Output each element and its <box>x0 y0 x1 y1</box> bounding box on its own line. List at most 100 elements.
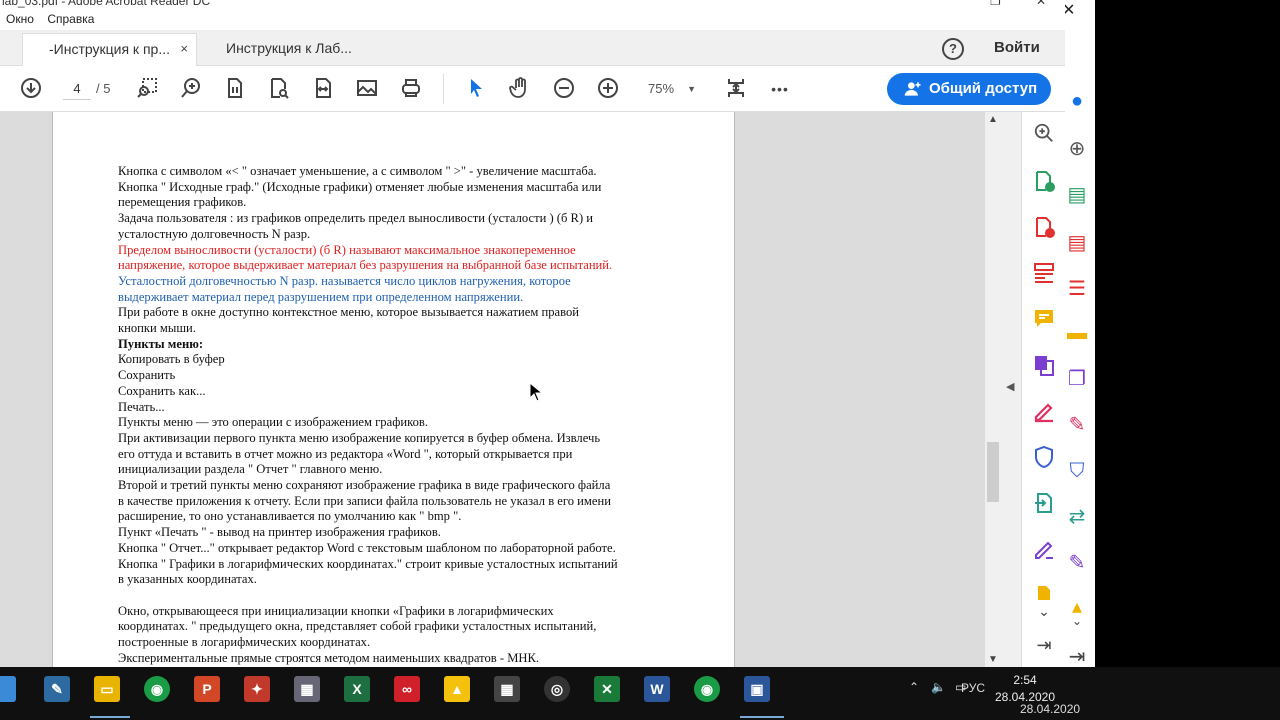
menu-bar: Окно Справка <box>0 10 1065 30</box>
scroll-down-icon[interactable]: ▼ <box>985 654 1001 665</box>
menu-help[interactable]: Справка <box>41 10 97 26</box>
document-line: кнопки мыши. <box>118 321 196 335</box>
zoom-select[interactable]: 75% ▼ <box>640 78 702 100</box>
search-page-icon[interactable] <box>266 76 292 102</box>
document-line: инициализации раздела " Отчет " главного… <box>118 462 383 477</box>
document-line: Кнопка " Графики в логарифмических коорд… <box>118 556 618 571</box>
powerpoint-icon[interactable]: P <box>194 676 220 702</box>
dynamic-zoom-icon[interactable] <box>178 76 204 102</box>
keyboard-app-icon[interactable]: ▦ <box>294 676 320 702</box>
document-line: Пункты меню — это операции с изображение… <box>118 415 428 430</box>
close-button[interactable]: ✕ <box>1036 0 1046 8</box>
window-title: lab_03.pdf - Adobe Acrobat Reader DC <box>2 0 211 8</box>
zoom-out-icon[interactable] <box>551 76 577 102</box>
pdf-page: Кнопка с символом «< " означает уменьшен… <box>52 112 735 667</box>
combine-files-icon[interactable] <box>1031 353 1057 379</box>
document-line: Экспериментальные прямые строятся методо… <box>118 650 540 665</box>
document-line: Кнопка " Отчет..." открывает редактор Wo… <box>118 540 616 555</box>
pdf-editor-icon[interactable]: ✦ <box>244 676 270 702</box>
chrome-profile-icon[interactable]: ◉ <box>694 676 720 702</box>
active-doc-icon[interactable]: ▣ <box>744 676 770 702</box>
toolbar: 4 / 5 75% ▼ ••• Общий доступ <box>0 66 1065 112</box>
tab-close-icon[interactable]: × <box>180 34 188 64</box>
tab-label: Инструкция к Лаб... <box>226 40 352 56</box>
fill-sign-icon[interactable] <box>1031 537 1057 563</box>
marquee-zoom-icon[interactable] <box>134 76 160 102</box>
create-pdf-icon[interactable] <box>1031 169 1057 195</box>
edit-pdf-icon[interactable] <box>1031 399 1057 425</box>
document-line: Усталостной долговечностью N разр. назыв… <box>118 273 571 288</box>
app-tools-icon[interactable]: ✎ <box>44 676 70 702</box>
acrobat-window: lab_03.pdf - Adobe Acrobat Reader DC ❐ ✕… <box>0 0 1065 667</box>
help-button[interactable]: ? <box>942 38 964 60</box>
tab-bar: -Инструкция к пр... × Инструкция к Лаб..… <box>0 30 1065 66</box>
ghost-comment-icon: ▬ <box>1067 322 1087 344</box>
page-down-icon[interactable] <box>18 76 44 102</box>
print-icon[interactable] <box>398 76 424 102</box>
image-icon[interactable] <box>354 76 380 102</box>
document-line: Печать... <box>118 399 165 414</box>
file-explorer-icon[interactable]: ▭ <box>94 676 120 702</box>
clock[interactable]: 2:54 28.04.2020 <box>990 672 1060 706</box>
zoom-search-icon[interactable] <box>1031 122 1057 148</box>
document-line: Задача пользователя : из графиков опреде… <box>118 211 594 226</box>
google-drive-icon[interactable]: ▲ <box>444 676 470 702</box>
tab-instruction-2[interactable]: Инструкция к Лаб... <box>200 33 390 66</box>
chevron-up-icon[interactable]: ⌃ <box>909 680 919 694</box>
select-cursor-icon[interactable] <box>463 76 489 102</box>
vertical-scrollbar[interactable]: ▲ ▼ <box>985 112 1001 667</box>
comment-icon[interactable] <box>1031 307 1057 333</box>
screen: ● ⊕ ▤ ▤ ☰ ▬ ❐ ✎ ⛉ ⇄ ✎ ▴ ⌄ ⇥ ✕ lab_03.pdf… <box>0 0 1280 720</box>
fit-width-icon[interactable] <box>310 76 336 102</box>
chevron-left-icon[interactable]: ◀ <box>1006 380 1014 393</box>
taskview-icon[interactable] <box>0 676 16 702</box>
document-line: усталостную долговечность N разр. <box>118 226 311 241</box>
restore-button[interactable]: ❐ <box>990 0 1001 8</box>
document-line: Окно, открывающееся при инициализации кн… <box>118 603 554 618</box>
chevron-down-icon[interactable]: ⌄ <box>1031 598 1057 624</box>
chrome-icon[interactable]: ◉ <box>144 676 170 702</box>
clock-time: 2:54 <box>1013 673 1037 687</box>
scroll-mode-icon[interactable] <box>723 76 749 102</box>
zoom-in-icon[interactable] <box>595 76 621 102</box>
more-tools-icon[interactable]: ••• <box>767 76 793 102</box>
document-line: напряжение, которое выдерживает материал… <box>118 258 613 273</box>
organize-pages-icon[interactable] <box>1031 261 1057 287</box>
document-area[interactable]: Кнопка с символом «< " означает уменьшен… <box>0 112 985 667</box>
signin-button[interactable]: Войти <box>994 39 1040 56</box>
document-line: в указанных координатах. <box>118 572 257 587</box>
chevron-down-icon: ▼ <box>687 84 696 94</box>
share-button[interactable]: Общий доступ <box>887 73 1051 105</box>
protect-icon[interactable] <box>1031 445 1057 471</box>
taskbar: ✎ ▭ ◉ P ✦ ▦ X ∞ ▲ ▦ ◎ ✕ W ◉ ▣ ⌃ 🔈 ▭ РУС … <box>0 667 1280 720</box>
word-icon[interactable]: W <box>644 676 670 702</box>
send-for-review-icon[interactable] <box>1031 491 1057 517</box>
collapse-pane-icon[interactable]: ⇥ <box>1031 632 1057 658</box>
obs-icon[interactable]: ◎ <box>544 676 570 702</box>
document-line: выдерживает материал перед разрушением п… <box>118 289 524 304</box>
scroll-up-icon[interactable]: ▲ <box>985 114 1001 125</box>
running-indicator <box>90 716 130 718</box>
zoom-value: 75% <box>648 81 675 96</box>
ghost-chevron-down-icon: ⌄ <box>1071 614 1083 628</box>
export-pdf-icon[interactable] <box>1031 215 1057 241</box>
hand-tool-icon[interactable] <box>507 76 533 102</box>
document-line: Кнопка " Исходные граф." (Исходные графи… <box>118 179 602 194</box>
tab-label: -Инструкция к пр... <box>49 41 170 57</box>
tab-instruction-1[interactable]: -Инструкция к пр... × <box>22 33 197 66</box>
excel-icon[interactable]: X <box>344 676 370 702</box>
document-line: При активизации первого пункта меню изоб… <box>118 430 601 445</box>
panel-toggle[interactable]: ◀ <box>1001 112 1021 667</box>
speaker-icon[interactable]: 🔈 <box>931 680 946 694</box>
pages-icon[interactable] <box>222 76 248 102</box>
ghost-export-icon: ▤ <box>1067 232 1087 254</box>
calculator-icon[interactable]: ▦ <box>494 676 520 702</box>
spreadsheet-app-icon[interactable]: ✕ <box>594 676 620 702</box>
input-language[interactable]: РУС <box>961 681 985 695</box>
document-line: Кнопка с символом «< " означает уменьшен… <box>118 164 597 178</box>
creative-cloud-icon[interactable]: ∞ <box>394 676 420 702</box>
menu-window[interactable]: Окно <box>0 10 37 26</box>
page-number-input[interactable]: 4 <box>63 78 91 100</box>
scroll-thumb[interactable] <box>987 442 999 502</box>
document-line: координатах. " предыдущего окна, предста… <box>118 619 597 634</box>
